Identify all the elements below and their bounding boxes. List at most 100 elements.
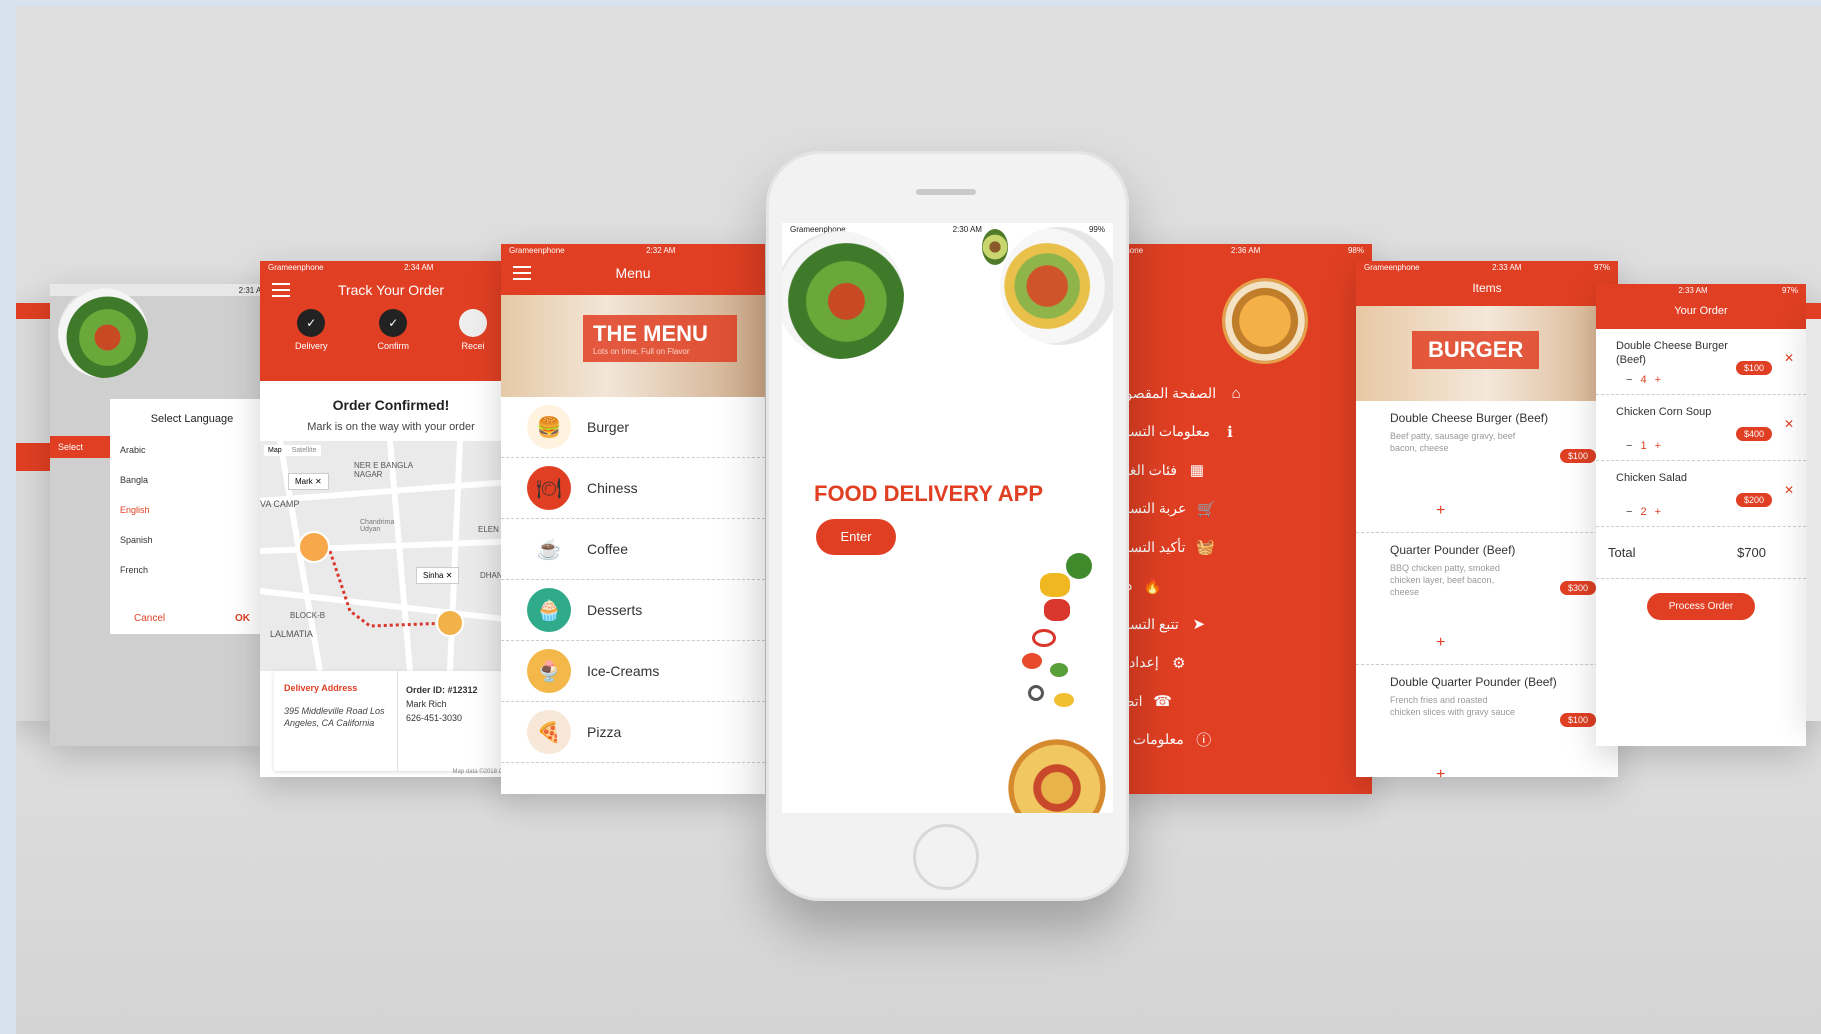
send-icon: ➤ [1192,616,1206,634]
language-option[interactable]: Bangla [110,465,274,495]
add-icon[interactable]: + [1436,502,1445,520]
menu-item-chiness[interactable]: 🍽 Chiness [501,458,765,519]
banner-title: THE MENU [593,321,708,346]
showcase-stage: 2:31 AM Select Select Language Arabic Ban… [16,6,1821,1034]
quantity-stepper[interactable]: −2 + [1626,506,1661,518]
map-label: DHAN [480,571,503,580]
close-icon[interactable]: ✕ [446,571,453,580]
status-time: 2:33 AM [1678,286,1708,295]
ok-button[interactable]: OK [235,613,250,624]
basket-icon: 🧺 [1196,539,1215,557]
plus-icon[interactable]: + [1655,374,1661,386]
quantity-stepper[interactable]: −4 + [1626,374,1661,386]
menu-item-ice-creams[interactable]: 🍨 Ice-Creams [501,641,765,702]
language-option[interactable]: English [110,495,274,525]
language-options: Arabic Bangla English Spanish French [110,435,274,585]
drawer-item[interactable]: ▦ فئات الغذاء [1112,451,1372,490]
map-view[interactable]: Map Satellite NER E BANGLA NAGAR VA CAMP … [260,441,522,671]
add-icon[interactable]: + [1436,766,1445,777]
delivery-address: 395 Middleville Road Los Angeles, CA Cal… [284,706,385,728]
menu-item-desserts[interactable]: 🧁 Desserts [501,580,765,641]
menu-banner: THE MENU Lots on time, Full on Flavor [501,295,765,397]
info-icon: ℹ [1227,423,1233,441]
dessert-icon: 🧁 [527,588,571,632]
burger-item-list: Double Cheese Burger (Beef) Beef patty, s… [1356,401,1618,777]
quantity-stepper[interactable]: −1 + [1626,440,1661,452]
remove-icon[interactable]: ✕ [1784,417,1794,431]
burger-item[interactable]: Quarter Pounder (Beef) BBQ chicken patty,… [1356,533,1618,665]
item-name: Quarter Pounder (Beef) [1390,543,1516,557]
minus-icon[interactable]: − [1626,374,1632,386]
pin-sinha[interactable]: Sinha ✕ [416,567,460,584]
drawer-item[interactable]: 🔥دفع [1112,567,1372,606]
customer-avatar[interactable] [436,609,464,637]
avocado-image [982,229,1008,265]
language-option[interactable]: Spanish [110,525,274,555]
quantity-value: 2 [1640,506,1647,518]
drawer-item[interactable]: ⌂ الصفحة المقصودة [1112,374,1372,413]
minus-icon[interactable]: − [1626,440,1632,452]
drawer-item[interactable]: ➤ تتبع التسليم [1112,605,1372,644]
status-time: 2:34 AM [404,263,434,272]
nav-title: Menu [615,265,651,281]
chinese-food-icon: 🍽 [527,466,571,510]
dialog-title: Select Language [150,413,234,425]
language-option[interactable]: Arabic [110,435,274,465]
menu-item-coffee[interactable]: ☕ Coffee [501,519,765,580]
phone-speaker [916,189,976,195]
splash-screen: Grameenphone 2:30 AM 99% FOOD DELIVERY APP… [782,223,1113,813]
burger-item[interactable]: Double Quarter Pounder (Beef) French frie… [1356,665,1618,777]
total-value: $700 [1737,545,1766,560]
driver-avatar[interactable] [298,531,330,563]
menu-item-pizza[interactable]: 🍕 Pizza [501,702,765,763]
close-icon[interactable]: ✕ [315,477,322,486]
item-name: Double Cheese Burger (Beef) [1390,411,1549,425]
menu-icon[interactable] [272,283,290,297]
drawer-item[interactable]: ℹ معلومات التسليم [1112,413,1372,452]
pizza-icon: 🍕 [527,710,571,754]
plus-icon[interactable]: + [1655,440,1661,452]
language-option[interactable]: French [110,555,274,585]
about-icon: ⓘ [1196,732,1212,750]
pending-step-icon [458,309,487,337]
map-label: BLOCK-B [290,611,326,620]
drawer-item[interactable]: ☎اتصل [1112,682,1372,721]
menu-item-label: Burger [587,419,630,435]
home-button[interactable] [913,824,979,890]
menu-item-label: Ice-Creams [587,663,660,679]
add-icon[interactable]: + [1436,634,1445,652]
price-badge: $100 [1559,449,1596,463]
delivery-card: Delivery Address 395 Middleville Road Lo… [274,671,522,771]
your-order-screen: 2:33 AM 97% Your Order Double Cheese Burg… [1596,284,1806,746]
map-tab[interactable]: Map [268,447,282,454]
drawer-item[interactable]: 🛒 عربة التسوق [1112,490,1372,529]
banner-title: BURGER [1412,331,1540,369]
enter-button[interactable]: Enter [816,519,896,555]
drawer-item[interactable]: ⓘ معلومات عنا [1112,721,1372,760]
process-order-button[interactable]: Process Order [1646,593,1756,620]
plus-icon[interactable]: + [1655,506,1661,518]
menu-item-burger[interactable]: 🍔 Burger [501,397,765,458]
drawer-item[interactable]: 🧺 تأكيد التسليم [1112,528,1372,567]
falling-vegetables-image [1010,553,1100,733]
satellite-tab[interactable]: Satellite [292,447,317,454]
burger-icon: 🍔 [527,405,571,449]
item-name: Double Quarter Pounder (Beef) [1390,675,1557,689]
delivery-address-label: Delivery Address [284,683,358,693]
burger-banner: BURGER [1356,306,1618,401]
pin-mark[interactable]: Mark ✕ [288,473,329,490]
item-description: French fries and roasted chicken slices … [1390,695,1516,717]
order-item: Chicken Salad −2 + $200 ✕ [1596,461,1806,527]
arabic-drawer-screen: Phone 2:36 AM 98% ⌂ الصفحة المقصودة ℹ معلومات… [1112,244,1372,794]
menu-icon[interactable] [513,266,531,280]
burger-item[interactable]: Double Cheese Burger (Beef) Beef patty, s… [1356,401,1618,533]
status-carrier: Grameenphone [268,263,324,272]
remove-icon[interactable]: ✕ [1784,483,1794,497]
drawer-item[interactable]: ⚙ إعدادات [1112,644,1372,683]
status-battery: 97% [1593,263,1610,272]
remove-icon[interactable]: ✕ [1784,351,1794,365]
nav-title: Items [1472,281,1502,295]
menu-category-list: 🍔 Burger 🍽 Chiness ☕ Coffee 🧁 Desserts 🍨 Ice-Crea… [501,397,765,763]
minus-icon[interactable]: − [1626,506,1632,518]
cancel-button[interactable]: Cancel [134,613,165,624]
